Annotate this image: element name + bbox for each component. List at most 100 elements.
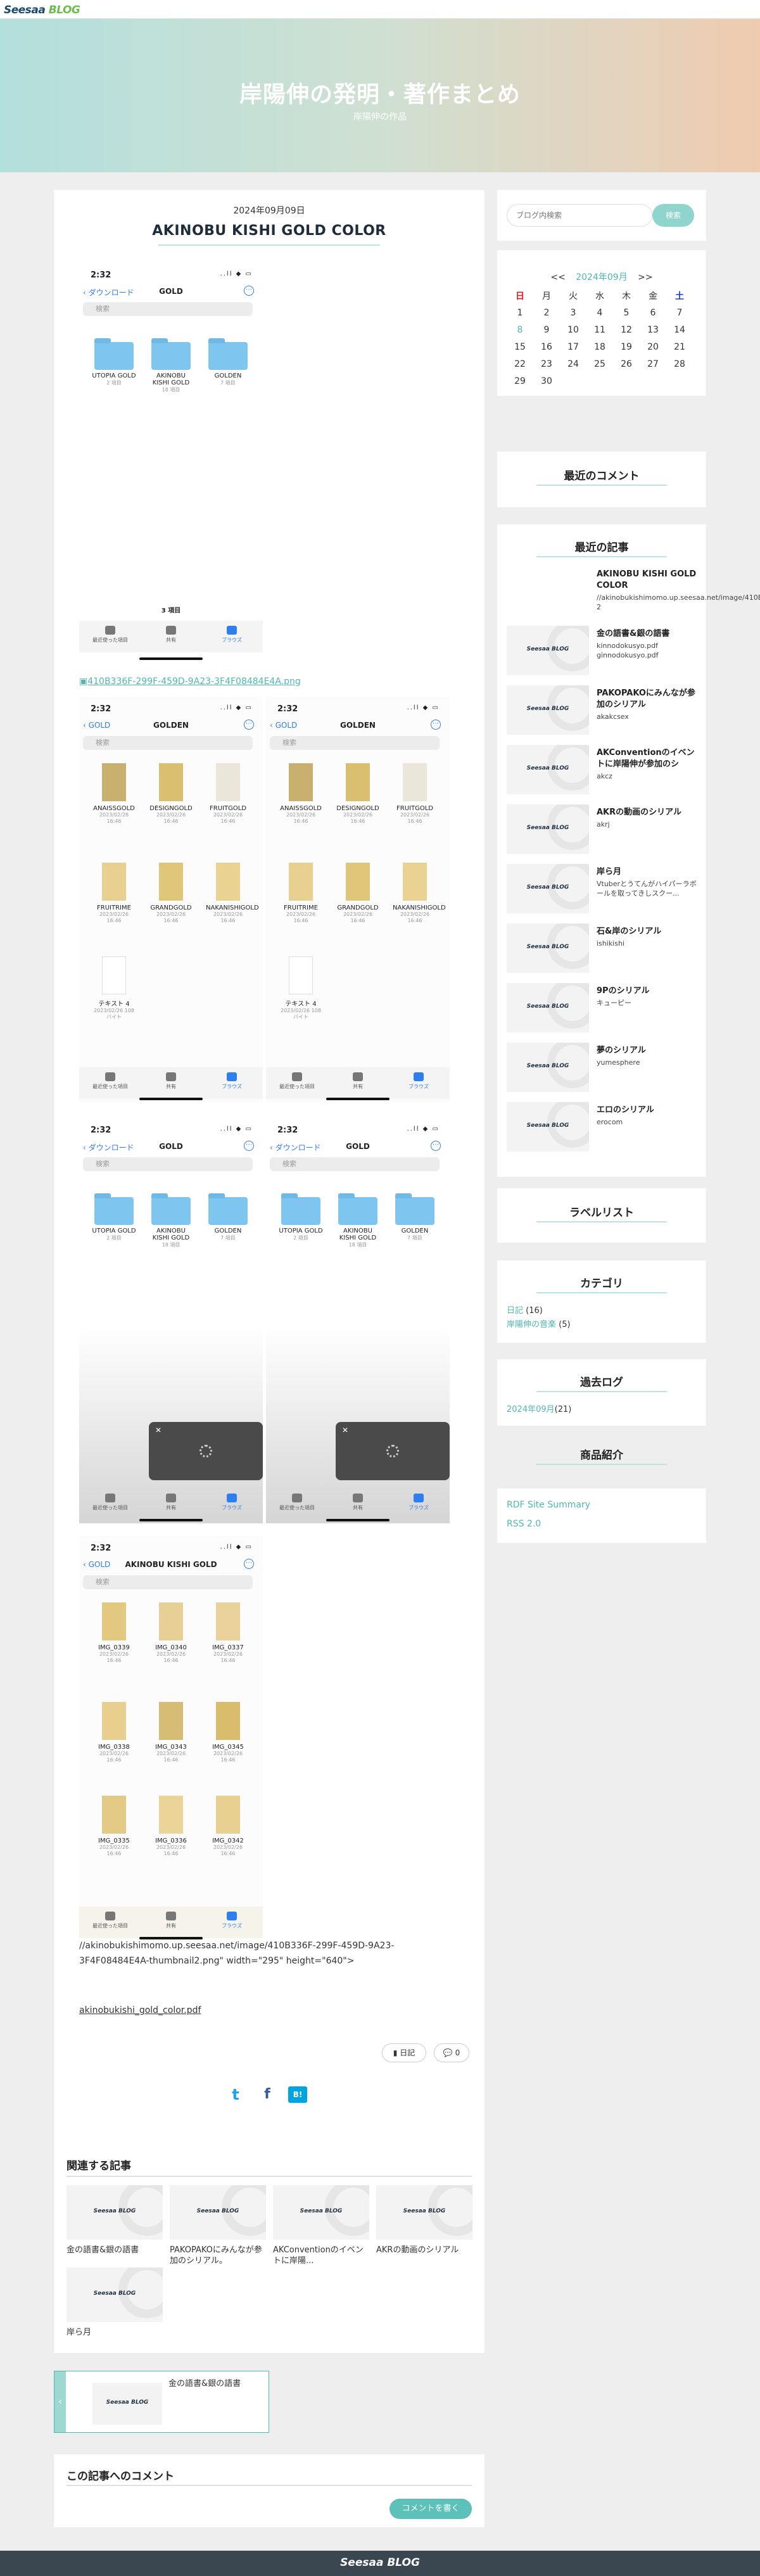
spinner-icon (200, 1445, 212, 1457)
hatena-bookmark-button[interactable]: B! (288, 2086, 307, 2103)
file-item: GRANDGOLD 2023/02/26 16:46 (336, 863, 380, 924)
shared-icon (166, 1912, 176, 1920)
recent-article-item[interactable]: Seesaa BLOG 金の語書&銀の語書 kinnodokusyo.pdf gin… (507, 626, 700, 679)
calendar-month: 2024年09月 (576, 272, 628, 282)
clock-icon (105, 626, 115, 635)
tab-bar: 最近使った項目 共有 ブラウズ (266, 1488, 450, 1520)
related-item[interactable]: Seesaa BLOG 金の語書&銀の語書 (66, 2185, 163, 2256)
home-indicator (139, 1519, 203, 1521)
blog-search-input[interactable] (507, 204, 652, 227)
clock-icon (292, 1072, 302, 1081)
category-item[interactable]: 岸陽伸の音楽 (5) (507, 1317, 571, 1329)
screenshot-kishi-gold: 2:32 ..ll ◆ ▭ ‹ GOLD AKINOBU KISHI GOLD … (79, 1536, 263, 1941)
folder-icon (151, 338, 191, 370)
products-heading: 商品紹介 (580, 1449, 623, 1462)
file-item: FRUITGOLD 2023/02/26 16:46 (206, 763, 250, 825)
shared-icon (166, 626, 176, 635)
twitter-share-button[interactable]: t (225, 2085, 246, 2104)
screenshot-golden-left: 2:32 ..ll ◆ ▭ ‹ GOLD GOLDEN ⋯ 検索 ANAISSG… (79, 697, 263, 1102)
folder-icon (338, 1193, 377, 1225)
file-item: IMG_0337 2023/02/26 16:46 (206, 1602, 250, 1664)
recent-article-item[interactable]: Seesaa BLOG エロのシリアル erocom (507, 1102, 700, 1155)
article-title[interactable]: AKINOBU KISHI GOLD COLOR (54, 223, 484, 239)
thumbnail: Seesaa BLOG (66, 2268, 163, 2322)
related-item[interactable]: Seesaa BLOG AKConventionのイベントに岸陽... (273, 2185, 369, 2266)
footer-logo[interactable]: Seesaa BLOG (0, 2556, 760, 2569)
write-comment-button[interactable]: コメントを書く (390, 2499, 472, 2519)
rdf-link[interactable]: RDF Site Summary (507, 1500, 590, 1510)
calendar-next[interactable]: >> (638, 272, 652, 282)
shared-icon (166, 1072, 176, 1081)
folder-icon (208, 1193, 248, 1225)
screenshot-gold-loading-left: 2:32 ..ll ◆ ▭ ‹ ダウンロード GOLD ⋯ 検索 UTOPIA … (79, 1118, 263, 1523)
recent-article-item[interactable]: Seesaa BLOG 9Pのシリアル キューピー (507, 983, 700, 1036)
screenshot-golden-right: 2:32 ..ll ◆ ▭ ‹ GOLD GOLDEN ⋯ 検索 ANAISSG… (266, 697, 450, 1102)
top-bar: Seesaa BLOG (0, 0, 760, 19)
recent-article-item[interactable]: Seesaa BLOG 石&岸のシリアル ishikishi (507, 923, 700, 977)
folder-icon (414, 1494, 424, 1502)
home-indicator (139, 657, 203, 660)
recent-article-item[interactable]: AKINOBU KISHI GOLD COLOR//akinobukishimo… (507, 566, 760, 619)
comment-count-button[interactable]: 💬 0 (434, 2043, 469, 2062)
file-item: IMG_0342 2023/02/26 16:46 (206, 1796, 250, 1857)
file-item: ANAISSGOLD 2023/02/26 16:46 (279, 763, 323, 825)
more-icon: ⋯ (244, 1141, 254, 1151)
folder-item: GOLDEN 7 項目 (206, 1193, 250, 1241)
screenshot-gold-folder: 2:32 ..ll ◆ ▭ ‹ ダウンロード GOLD ⋯ 検索 UTOPIA … (79, 263, 263, 660)
calendar-prev[interactable]: << (550, 272, 565, 282)
search-widget: 検索 (497, 190, 706, 241)
seesaa-logo[interactable]: Seesaa BLOG (4, 4, 80, 16)
recent-article-item[interactable]: Seesaa BLOG 夢のシリアル yumesphere (507, 1043, 700, 1096)
folder-item: GOLDEN 7 項目 (206, 338, 250, 386)
prev-post-card[interactable]: ‹ Seesaa BLOG 金の語書&銀の語書 (54, 2371, 269, 2433)
spinner-icon (386, 1445, 399, 1457)
article-date: 2024年09月09日 (233, 206, 305, 216)
folder-item: UTOPIA GOLD 2 項目 (92, 338, 136, 386)
items-count: 3 項目 (161, 607, 181, 614)
related-item[interactable]: Seesaa BLOG 岸ら月 (66, 2268, 163, 2338)
folder-icon (227, 1494, 237, 1502)
file-item: IMG_0335 2023/02/26 16:46 (92, 1796, 136, 1857)
label-list-widget: ラベルリスト (497, 1188, 706, 1243)
thumbnail: Seesaa BLOG (507, 923, 589, 973)
file-item: FRUITRIME 2023/02/26 16:46 (92, 863, 136, 924)
archive-widget: 過去ログ 2024年09月(21) (497, 1359, 706, 1426)
pdf-download-link[interactable]: akinobukishi_gold_color.pdf (79, 2003, 459, 2018)
archive-item[interactable]: 2024年09月(21) (507, 1402, 571, 1414)
footer: Seesaa BLOG (0, 2551, 760, 2576)
thumbnail: Seesaa BLOG (92, 2383, 162, 2425)
folder-item: AKINOBU KISHI GOLD 18 項目 (336, 1193, 380, 1248)
search-button[interactable]: 検索 (652, 204, 694, 227)
rss-link[interactable]: RSS 2.0 (507, 1519, 541, 1529)
thumbnail: Seesaa BLOG (507, 626, 589, 675)
file-item: IMG_0340 2023/02/26 16:46 (149, 1602, 193, 1664)
recent-article-item[interactable]: Seesaa BLOG PAKOPAKOにみんなが参加のシリアル akakcsex (507, 685, 700, 739)
broken-image-link[interactable]: ▣410B336F-299F-459D-9A23-3F4F08484E4A.pn… (79, 676, 301, 687)
recent-article-item[interactable]: Seesaa BLOG 岸ら月 Vtuberとうてんがハイパーラボールを取ってきしス… (507, 864, 700, 917)
category-item[interactable]: 日記 (16) (507, 1304, 543, 1316)
shared-icon (166, 1494, 176, 1502)
comments-section: この記事へのコメント コメントを書く (54, 2454, 484, 2527)
more-icon: ⋯ (431, 1141, 441, 1151)
folder-icon (281, 1193, 320, 1225)
category-heading: カテゴリ (580, 1278, 623, 1290)
recent-article-item[interactable]: Seesaa BLOG AKRの動画のシリアル akrj (507, 804, 700, 858)
tab-recent: 最近使った項目 (88, 626, 132, 644)
category-button[interactable]: ▮ 日記 (382, 2043, 426, 2062)
related-item[interactable]: Seesaa BLOG AKRの動画のシリアル (376, 2185, 472, 2256)
status-icons: ..ll ◆ ▭ (220, 270, 253, 277)
calendar-table: 日月火水木金土 1234567 8 9 10 11 12 13 14 15 16 17 18 19 2… (514, 291, 685, 386)
blog-subtitle: 岸陽伸の作品 (353, 112, 407, 122)
thumbnail: Seesaa BLOG (507, 745, 589, 794)
home-indicator (326, 1098, 390, 1100)
tab-bar: 最近使った項目 共有 ブラウズ (79, 1907, 263, 1938)
tab-shared: 共有 (149, 626, 193, 644)
blog-title[interactable]: 岸陽伸の発明・著作まとめ (0, 76, 760, 109)
folder-icon (414, 1072, 424, 1081)
recent-article-item[interactable]: Seesaa BLOG AKConventionのイベントに岸陽伸が参加のシ akc… (507, 745, 700, 798)
related-item[interactable]: Seesaa BLOG PAKOPAKOにみんなが参加のシリアル。 (170, 2185, 266, 2266)
facebook-share-button[interactable]: f (256, 2085, 278, 2104)
folder-icon (94, 1193, 134, 1225)
recent-comments-widget: 最近のコメント (497, 452, 706, 507)
file-item: IMG_0339 2023/02/26 16:46 (92, 1602, 136, 1664)
